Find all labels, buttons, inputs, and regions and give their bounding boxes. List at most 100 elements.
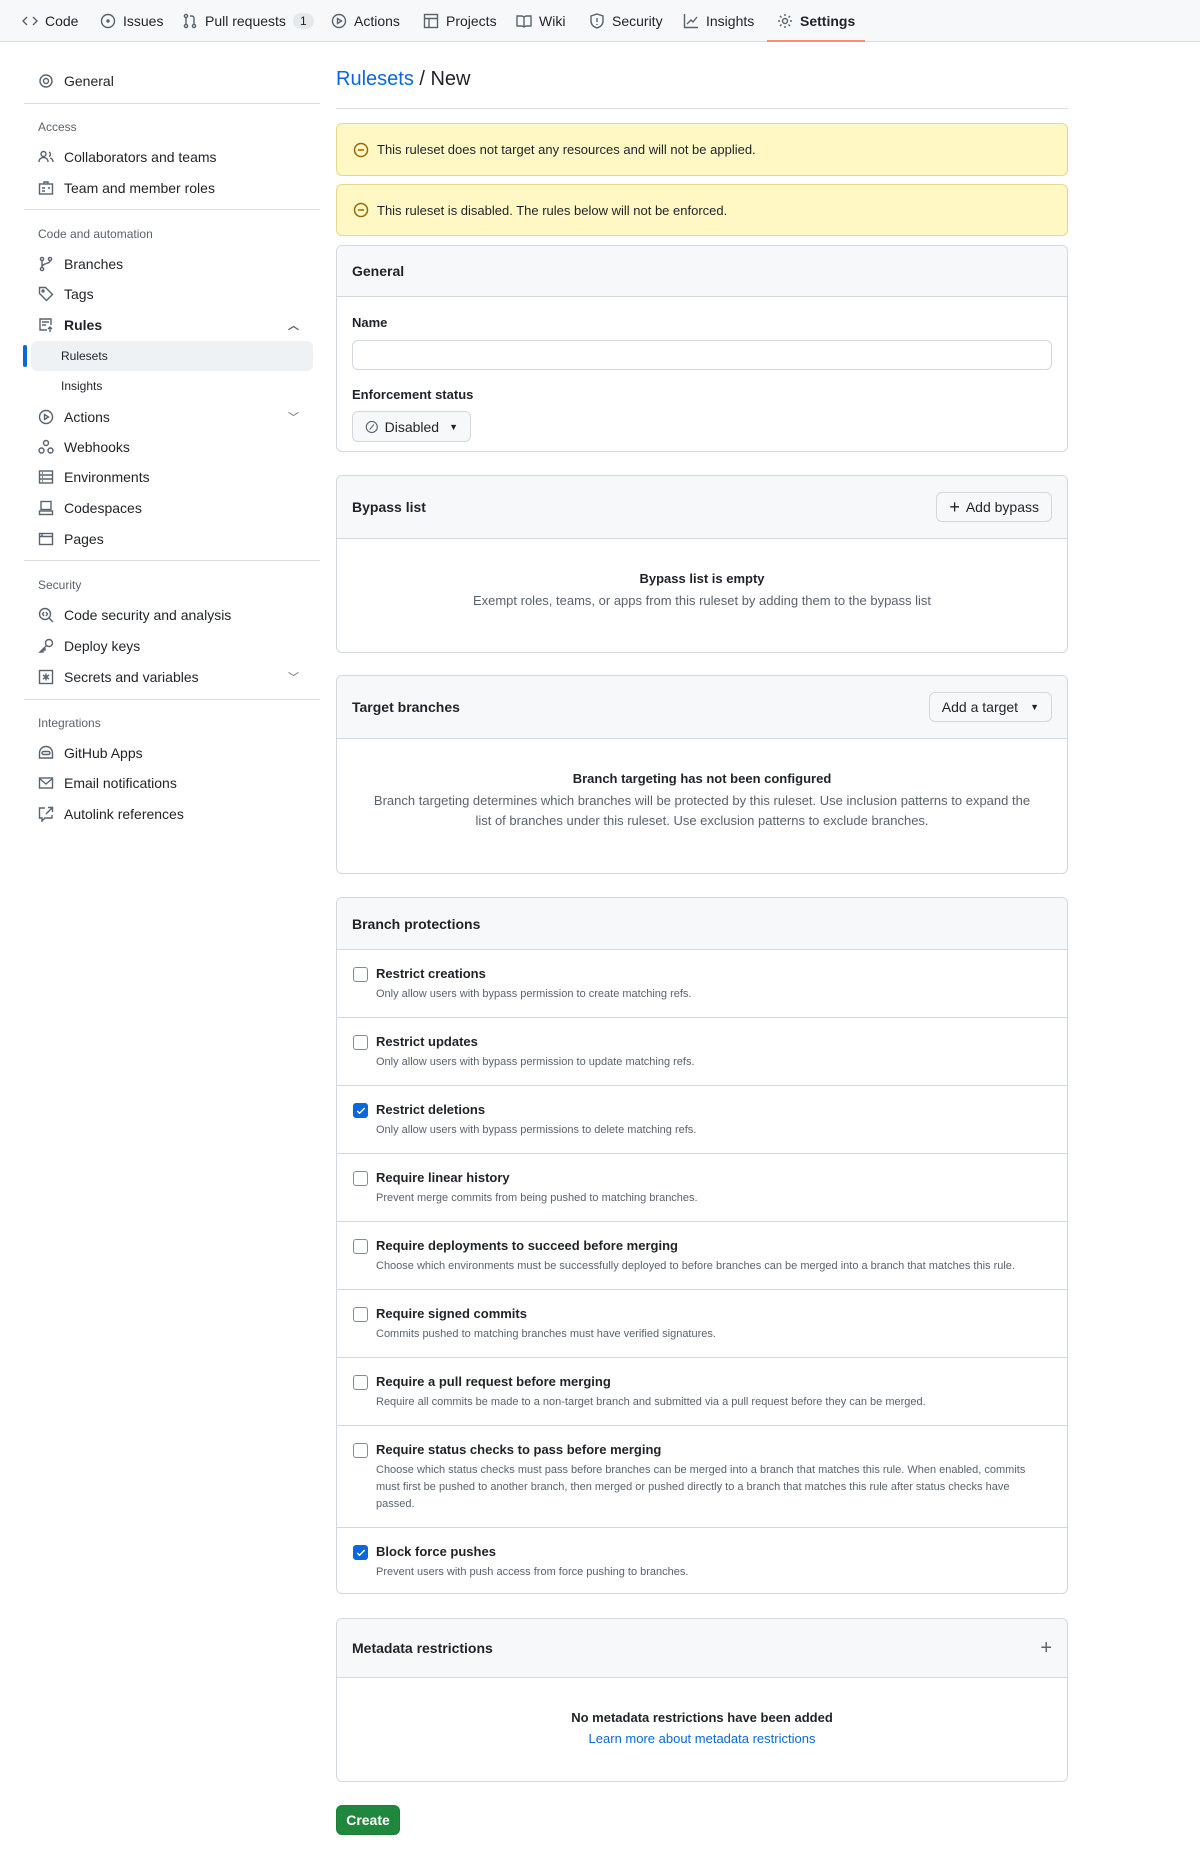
plus-icon[interactable]: + [1040,1637,1052,1660]
rule-checkbox[interactable] [353,1171,368,1186]
tab-insights[interactable]: Insights [683,0,754,42]
chevron-down-icon[interactable]: ﹀ [288,409,299,425]
rule-description: Prevent users with push access from forc… [376,1566,689,1578]
tab-label: Wiki [539,13,566,29]
link-external-icon [38,806,54,822]
tab-code[interactable]: Code [22,0,78,42]
browser-icon [38,532,54,546]
sidebar-item-label: Email notifications [64,775,177,791]
people-icon [38,150,54,163]
section-title: General [352,263,405,279]
sidebar-item-github-apps[interactable]: GitHub Apps [36,738,313,768]
sidebar-item-label: Autolink references [64,806,184,822]
sidebar-item-label: Codespaces [64,500,142,516]
sidebar-item-rulesets[interactable]: Rulesets [31,341,313,371]
sidebar-item-label: Deploy keys [64,638,141,654]
sidebar-item-deploy-keys[interactable]: Deploy keys [36,631,313,661]
empty-title: No metadata restrictions have been added [571,1710,833,1725]
sidebar-item-code-security[interactable]: Code security and analysis [36,600,313,630]
sidebar-heading-access: Access [38,120,77,134]
sidebar-item-autolink[interactable]: Autolink references [36,799,313,829]
add-target-dropdown[interactable]: Add a target ▼ [928,692,1052,722]
button-label: Add a target [941,699,1019,715]
sidebar-item-label: Environments [64,469,150,485]
rule-description: Choose which status checks must pass bef… [376,1464,1026,1510]
rule-checkbox[interactable] [353,1375,368,1390]
pr-count-badge: 1 [292,13,314,29]
chevron-down-icon[interactable]: ﹀ [288,669,299,685]
rule-checkbox[interactable] [353,967,368,982]
rule-description: Only allow users with bypass permission … [376,988,692,1000]
sidebar-item-general[interactable]: General [36,66,313,96]
target-branches-section: Target branches Add a target ▼ Branch targ… [336,675,1068,874]
create-button[interactable]: Create [336,1805,400,1835]
sidebar-item-pages[interactable]: Pages [36,524,313,554]
sidebar-item-rules[interactable]: Rules ︿ [36,310,313,340]
name-input[interactable] [352,340,1052,370]
rule-row: Require deployments to succeed before me… [337,1222,1067,1290]
tab-pull-requests[interactable]: Pull requests 1 [182,0,314,42]
bypass-empty-state: Bypass list is empty Exempt roles, teams,… [337,539,1067,611]
sidebar-item-team-roles[interactable]: Team and member roles [36,173,313,203]
enforcement-status-dropdown[interactable]: Disabled ▼ [352,411,471,442]
sidebar-item-actions[interactable]: Actions ﹀ [36,402,313,432]
check-icon [356,1106,365,1114]
tab-issues[interactable]: Issues [100,0,163,42]
gear-icon [39,74,53,88]
alert-disabled: This ruleset is disabled. The rules belo… [336,184,1068,236]
tab-security[interactable]: Security [589,0,663,42]
rule-checkbox[interactable] [353,1307,368,1322]
branch-protections-section: Branch protections Restrict creations Onl… [336,897,1068,1594]
rule-title: Require signed commits [376,1306,527,1321]
rule-description: Only allow users with bypass permission … [376,1056,695,1068]
empty-title: Bypass list is empty [639,571,765,586]
enforcement-value: Disabled [384,418,440,435]
sidebar-item-label: Tags [64,286,94,302]
rulesets-link[interactable]: Rulesets [336,68,414,90]
tab-projects[interactable]: Projects [423,0,497,42]
play-icon [38,409,54,425]
rule-checkbox[interactable] [353,1443,368,1458]
sidebar-item-tags[interactable]: Tags [36,279,313,309]
sidebar-item-label: Pages [64,531,104,547]
sidebar-item-collaborators[interactable]: Collaborators and teams [36,142,313,172]
learn-more-link[interactable]: Learn more about metadata restrictions [337,1731,1067,1746]
rule-description: Choose which environments must be succes… [376,1260,1015,1272]
rule-title: Restrict deletions [376,1102,486,1117]
sidebar-item-branches[interactable]: Branches [36,249,313,279]
sidebar-item-label: Insights [61,379,103,393]
sidebar-item-label: Team and member roles [64,180,215,196]
sidebar-item-secrets[interactable]: Secrets and variables ﹀ [36,662,313,692]
add-bypass-button[interactable]: + Add bypass [936,492,1052,522]
rule-title: Restrict creations [376,966,486,981]
circle-minus-icon [353,142,369,157]
sidebar-item-label: Rules [64,317,103,333]
chevron-up-icon[interactable]: ︿ [288,317,299,333]
tab-label: Projects [446,13,497,29]
sidebar-item-rules-insights[interactable]: Insights [36,371,313,401]
sidebar-item-codespaces[interactable]: Codespaces [36,493,313,523]
metadata-section: Metadata restrictions + No metadata restr… [336,1618,1068,1782]
sidebar-item-environments[interactable]: Environments [36,462,313,492]
rule-checkbox[interactable] [353,1103,368,1118]
rule-row: Restrict updates Only allow users with by… [337,1018,1067,1086]
tab-label: Issues [123,13,164,29]
gear-icon [778,14,792,28]
pull-request-icon [183,13,197,29]
tab-wiki[interactable]: Wiki [516,0,565,42]
tab-settings[interactable]: Settings [766,0,866,42]
sidebar-item-label: Actions [64,409,110,425]
rule-checkbox[interactable] [353,1239,368,1254]
rule-description: Commits pushed to matching branches must… [376,1328,716,1340]
sidebar-item-webhooks[interactable]: Webhooks [36,432,313,462]
rule-row: Require linear history Prevent merge comm… [337,1154,1067,1222]
metadata-empty-state: No metadata restrictions have been added… [337,1678,1067,1746]
rule-checkbox[interactable] [353,1545,368,1560]
circle-minus-icon [353,202,369,218]
tab-actions[interactable]: Actions [331,0,400,42]
webhook-icon [38,439,54,454]
rule-checkbox[interactable] [353,1035,368,1050]
sidebar-item-email[interactable]: Email notifications [36,768,313,798]
plus-icon: + [949,497,960,517]
rule-title: Restrict updates [376,1034,478,1049]
